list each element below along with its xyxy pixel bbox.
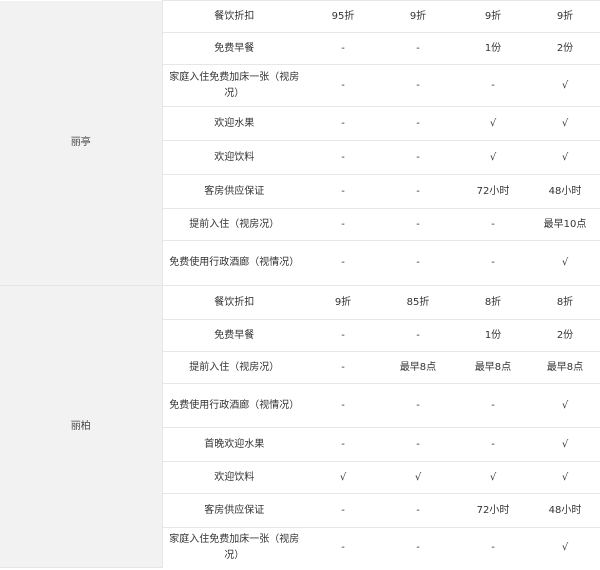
benefit-value: - [380,527,456,568]
benefit-value: √ [306,461,380,494]
benefit-item: 欢迎饮料 [162,140,306,175]
benefit-item: 客房供应保证 [162,174,306,209]
benefit-value: 最早10点 [530,208,600,241]
benefit-value: - [306,32,380,65]
benefit-value: - [380,106,456,141]
group-label: 丽柏 [0,285,163,568]
benefit-value: - [380,32,456,65]
benefit-item: 免费早餐 [162,319,306,352]
benefit-value: - [306,240,380,286]
benefit-value: √ [456,461,530,494]
benefit-value: 85折 [380,285,456,320]
benefit-value: √ [530,240,600,286]
benefit-value: 9折 [306,285,380,320]
benefit-value: 72小时 [456,174,530,209]
benefit-item: 免费使用行政酒廊（视情况） [162,240,306,286]
benefit-value: - [306,493,380,528]
benefit-value: 9折 [380,0,456,33]
benefit-value: - [306,106,380,141]
benefit-item: 欢迎饮料 [162,461,306,494]
benefit-item: 家庭入住免费加床一张（视房况） [162,64,306,107]
benefit-value: √ [530,461,600,494]
benefit-value: - [306,174,380,209]
group-label: 丽亭 [0,0,163,286]
benefit-item: 客房供应保证 [162,493,306,528]
benefit-value: √ [456,140,530,175]
benefit-item: 提前入住（视房况） [162,351,306,384]
benefit-value: - [306,140,380,175]
benefit-value: - [306,64,380,107]
benefit-value: - [456,427,530,462]
benefit-item: 欢迎水果 [162,106,306,141]
benefit-value: 8折 [456,285,530,320]
benefit-value: - [456,240,530,286]
benefit-value: √ [530,427,600,462]
benefit-value: 9折 [456,0,530,33]
benefits-table: 丽亭 餐饮折扣 95折 9折 9折 9折 免费早餐 - -1份 2份 家庭入住免费加床一张（视房况）… [0,0,600,568]
benefit-value: √ [530,383,600,428]
benefit-value: 2份 [530,319,600,352]
benefit-item: 餐饮折扣 [162,285,306,320]
benefit-value: 95折 [306,0,380,33]
benefit-item: 首晚欢迎水果 [162,427,306,462]
benefit-value: - [380,240,456,286]
benefit-value: - [380,174,456,209]
benefit-value: - [380,319,456,352]
benefit-value: 1份 [456,32,530,65]
table-body: 丽亭 餐饮折扣 95折 9折 9折 9折 免费早餐 - -1份 2份 家庭入住免费加床一张（视房况）… [0,0,600,568]
benefit-value: 48小时 [530,174,600,209]
benefit-item: 餐饮折扣 [162,0,306,33]
benefit-item: 家庭入住免费加床一张（视房况） [162,527,306,568]
benefit-value: - [380,64,456,107]
benefit-value: 72小时 [456,493,530,528]
benefit-value: - [306,208,380,241]
benefit-value: - [306,427,380,462]
table-row: 丽亭 餐饮折扣 95折 9折 9折 9折 [0,0,600,286]
table-row: 丽柏 餐饮折扣 9折 85折 8折 8折 [0,285,600,568]
benefit-value: 最早8点 [530,351,600,384]
benefit-item: 免费早餐 [162,32,306,65]
benefit-value: √ [530,64,600,107]
benefit-value: 8折 [530,285,600,320]
benefit-value: - [380,427,456,462]
benefit-value: - [306,383,380,428]
benefit-value: - [380,140,456,175]
benefit-value: 最早8点 [380,351,456,384]
benefit-value: - [306,319,380,352]
benefit-value: - [306,351,380,384]
benefit-value: √ [456,106,530,141]
benefit-value: - [456,64,530,107]
benefit-item: 免费使用行政酒廊（视情况） [162,383,306,428]
benefit-value: √ [530,527,600,568]
benefit-value: - [306,527,380,568]
benefit-value: - [380,383,456,428]
benefit-item: 提前入住（视房况） [162,208,306,241]
benefit-value: 1份 [456,319,530,352]
benefit-value: 9折 [530,0,600,33]
benefit-value: 最早8点 [456,351,530,384]
benefit-value: 48小时 [530,493,600,528]
benefit-value: √ [380,461,456,494]
benefit-value: - [380,208,456,241]
benefit-value: - [456,208,530,241]
benefit-value: √ [530,106,600,141]
benefit-value: √ [530,140,600,175]
benefit-value: - [456,383,530,428]
benefit-value: 2份 [530,32,600,65]
benefit-value: - [380,493,456,528]
benefit-value: - [456,527,530,568]
